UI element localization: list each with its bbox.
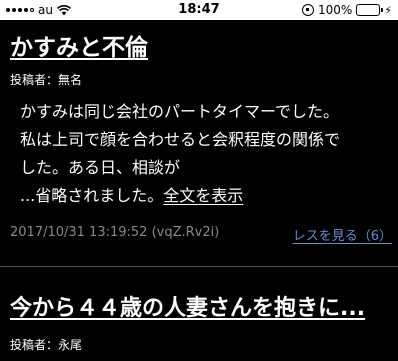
view-replies-link[interactable]: レスを見る（6） (293, 225, 392, 244)
post-body-line: 私は上司で顔を合わせると会釈程度の関係で (20, 130, 341, 149)
post-body-line: した。ある日、相談が (20, 158, 181, 177)
post-title[interactable]: 今から４４歳の人妻さんを抱きに... (10, 290, 365, 322)
show-full-text-link[interactable]: 全文を表示 (163, 186, 243, 205)
post-body: かすみは同じ会社のパートタイマーでした。 私は上司で顔を合わせると会釈程度の関係… (20, 98, 380, 210)
truncated-notice: ...省略されました。 (20, 186, 164, 205)
post-title[interactable]: かすみと不倫 (10, 28, 148, 62)
battery-icon (356, 4, 384, 16)
status-right: 100% ⚡ (301, 3, 392, 17)
post-author: 投稿者：無名 (10, 73, 83, 87)
post-body-last-line: ...省略されました。全文を表示 (20, 182, 380, 210)
post-datetime: 2017/10/31 13:19:52 (vqZ.Rv2i) (10, 225, 220, 240)
rotation-lock-icon (301, 4, 314, 16)
post-divider (0, 266, 398, 267)
charging-bolt-icon: ⚡ (384, 3, 392, 17)
status-bar: au 18:47 100% ⚡ (0, 0, 398, 20)
post-author: 投稿者：永尾 (10, 338, 83, 352)
battery-percentage: 100% (317, 3, 353, 17)
post-body-line: かすみは同じ会社のパートタイマーでした。 (20, 102, 340, 121)
